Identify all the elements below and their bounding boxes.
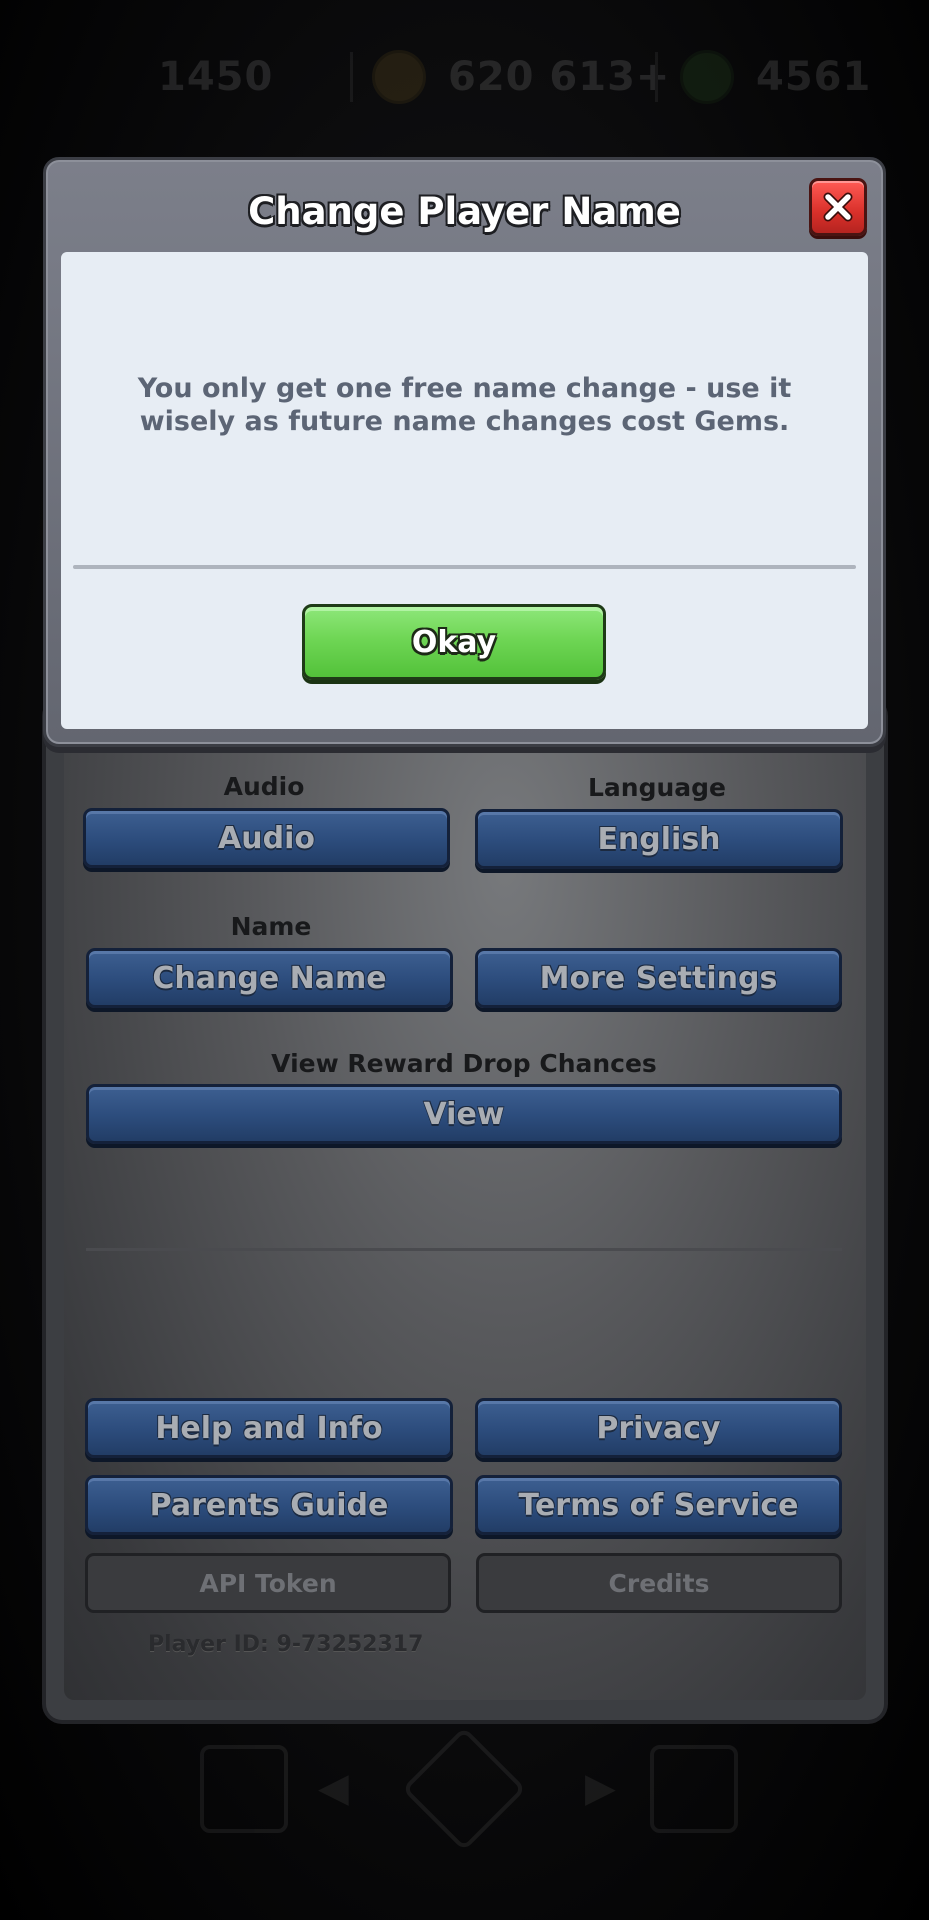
shop-tab-icon [200, 1745, 288, 1833]
screen: 1450 620 613+ 4561 ◀ ▶ Audio Audio Langu… [0, 0, 929, 1920]
hud-divider [350, 52, 353, 102]
close-button[interactable] [809, 178, 867, 236]
parents-guide-button[interactable]: Parents Guide [85, 1475, 453, 1535]
gold-coin-icon [372, 50, 426, 104]
credits-button[interactable]: Credits [476, 1553, 842, 1613]
dialog-message: You only get one free name change - use … [137, 373, 792, 437]
language-section-label: Language [587, 773, 726, 802]
gem-counter: 4561 [680, 46, 871, 108]
gem-amount: 4561 [756, 54, 872, 100]
view-reward-chances-button[interactable]: View [86, 1084, 842, 1144]
audio-section-label: Audio [223, 772, 305, 801]
chevron-right-icon: ▶ [585, 1765, 616, 1811]
audio-button[interactable]: Audio [83, 808, 450, 868]
close-icon [823, 192, 853, 222]
change-name-dialog: Change Player Name You only get one free… [43, 157, 886, 747]
reward-drop-label: View Reward Drop Chances [271, 1049, 657, 1078]
chevron-left-icon: ◀ [318, 1765, 349, 1811]
terms-of-service-button[interactable]: Terms of Service [475, 1475, 842, 1535]
okay-button[interactable]: Okay [302, 604, 606, 680]
top-hud: 1450 620 613+ 4561 [0, 46, 929, 108]
help-and-info-button[interactable]: Help and Info [85, 1398, 453, 1458]
api-token-button[interactable]: API Token [85, 1553, 451, 1613]
trophy-count: 1450 [158, 46, 273, 108]
privacy-button[interactable]: Privacy [475, 1398, 842, 1458]
more-settings-button[interactable]: More Settings [475, 948, 842, 1008]
change-name-button[interactable]: Change Name [86, 948, 453, 1008]
hud-divider [655, 52, 658, 102]
settings-divider [86, 1248, 842, 1251]
gold-counter: 620 613+ [372, 46, 670, 108]
dialog-divider [73, 565, 856, 569]
language-button[interactable]: English [475, 809, 843, 869]
gold-amount: 620 613+ [448, 54, 671, 100]
bottom-navigation: ◀ ▶ [0, 1726, 929, 1855]
social-tab-icon [650, 1745, 738, 1833]
name-section-label: Name [230, 912, 312, 941]
dialog-title: Change Player Name [248, 190, 681, 233]
player-id: Player ID: 9-73252317 [148, 1632, 424, 1657]
battle-tab-icon [401, 1726, 527, 1852]
dialog-body: You only get one free name change - use … [61, 252, 868, 729]
gem-icon [680, 50, 734, 104]
trophy-count-text: 1450 [158, 54, 274, 100]
